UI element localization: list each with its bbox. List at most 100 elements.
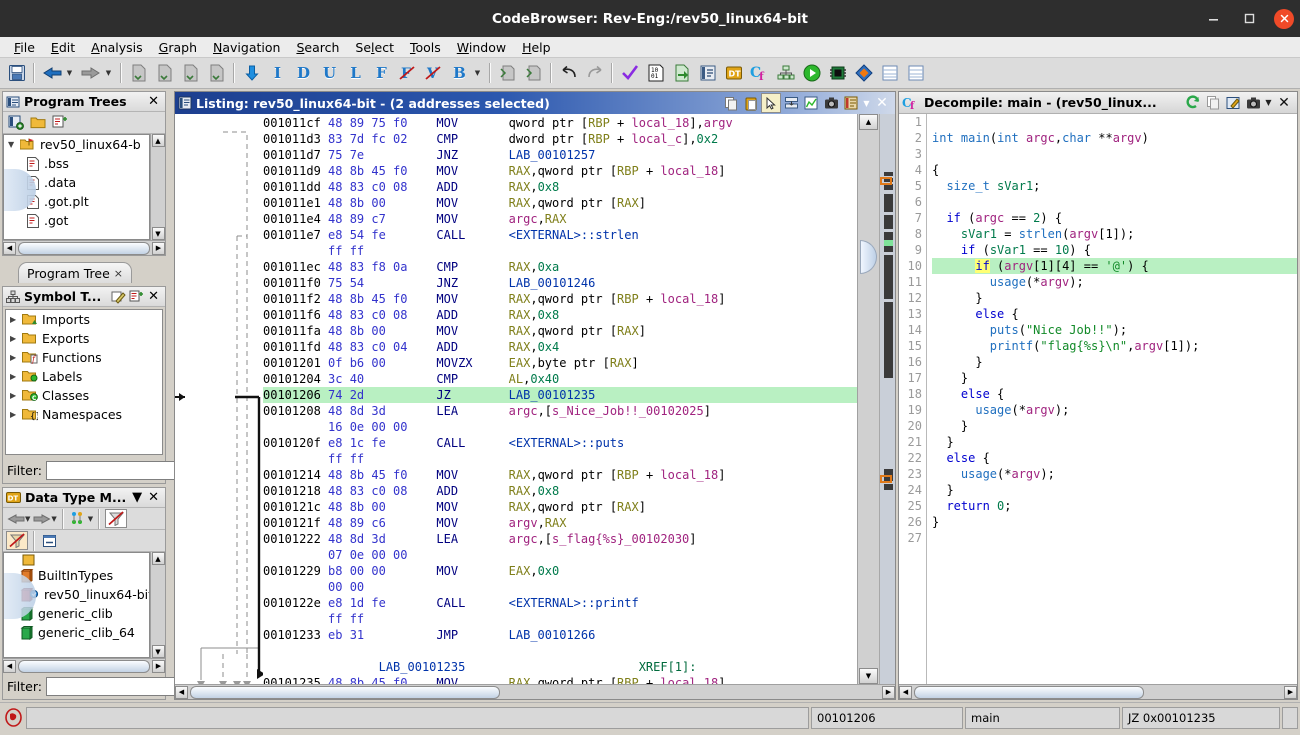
listing-label[interactable]: LAB_00101235 [263, 660, 466, 674]
listing-mnemonic[interactable] [436, 452, 508, 466]
symbol-node-namespaces[interactable]: ▶ {} Namespaces [6, 405, 162, 424]
listing-address[interactable]: 001011e1 [263, 196, 328, 210]
menu-navigation[interactable]: Navigation [205, 39, 288, 56]
decompiler-line[interactable]: } [932, 514, 1297, 530]
listing-row[interactable]: 001011d9 48 8b 45 f0 MOV RAX,qword ptr [… [263, 163, 857, 179]
listing-address[interactable]: 00101208 [263, 404, 328, 418]
decompiler-line[interactable]: else { [932, 306, 1297, 322]
listing-icon[interactable] [695, 61, 720, 86]
decompiler-token[interactable]: argv [1011, 467, 1040, 481]
listing-mnemonic[interactable] [436, 548, 508, 562]
decompiler-hscrollbar[interactable]: ◀ ▶ [899, 684, 1297, 699]
listing-address[interactable]: 001011e4 [263, 212, 328, 226]
listing-row[interactable]: 0010121f 48 89 c6 MOV argv,RAX [263, 515, 857, 531]
listing-address[interactable]: 001011f2 [263, 292, 328, 306]
listing-operand[interactable]: LAB_00101257 [509, 148, 596, 162]
listing-mnemonic[interactable]: MOV [436, 676, 508, 684]
decompiler-token[interactable]: size_t [946, 179, 989, 193]
diff-icon[interactable] [781, 93, 801, 113]
listing-mnemonic[interactable]: CALL [436, 436, 508, 450]
status-resize-grip[interactable] [1282, 706, 1298, 729]
run-icon[interactable] [799, 61, 824, 86]
symbol-node-labels[interactable]: ▶ Labels [6, 367, 162, 386]
function-graph-icon[interactable] [773, 61, 798, 86]
copy-icon[interactable] [721, 93, 741, 113]
listing-mnemonic[interactable]: MOV [436, 468, 508, 482]
listing-operand[interactable]: argv [509, 516, 538, 530]
listing-mnemonic[interactable]: CALL [436, 228, 508, 242]
snapshot-2-icon[interactable] [152, 61, 177, 86]
snapshot-camera-icon[interactable] [1243, 93, 1263, 113]
listing-mnemonic[interactable]: MOVZX [436, 356, 508, 370]
new-tree-icon[interactable] [6, 113, 26, 132]
decompiler-line[interactable]: } [932, 354, 1297, 370]
decompiler-token[interactable]: argv [1004, 259, 1033, 273]
listing-row[interactable]: 00101206 74 2d JZ LAB_00101235 [263, 387, 857, 403]
decompiler-line[interactable]: return 0; [932, 498, 1297, 514]
minimize-icon[interactable] [1202, 8, 1224, 30]
new-symbol-icon[interactable] [127, 288, 145, 305]
forward-dropdown-icon[interactable]: ▼ [51, 515, 56, 523]
listing-address[interactable]: 001011fd [263, 340, 328, 354]
menu-file[interactable]: File [6, 39, 43, 56]
decompiler-line[interactable] [932, 194, 1297, 210]
program-trees-tree[interactable]: ▼ rev50_linux64-b .bss .data .got.plt .g… [3, 134, 150, 240]
listing-operand[interactable]: argv [704, 116, 733, 130]
close-icon[interactable]: ✕ [872, 93, 892, 113]
listing-mnemonic[interactable]: CMP [436, 132, 508, 146]
decompiler-line[interactable] [932, 530, 1297, 546]
dt-node-generic-clib-64[interactable]: generic_clib_64 [4, 623, 149, 642]
menu-edit[interactable]: Edit [43, 39, 83, 56]
decompiler-token[interactable]: argv [1026, 403, 1055, 417]
scroll-left-icon[interactable]: ◀ [899, 685, 912, 699]
scroll-down-icon[interactable]: ▼ [151, 645, 165, 658]
listing-mnemonic[interactable]: MOV [436, 516, 508, 530]
expander-icon[interactable]: ▶ [10, 372, 22, 381]
tab-close-icon[interactable]: × [114, 267, 123, 280]
listing-mnemonic[interactable]: JNZ [436, 148, 508, 162]
decompiler-body[interactable]: 1 2 3 4 5 6 7 8 9 10 11 12 13 14 15 16 17 18 19 20 21 22 23 24 2… [899, 114, 1297, 684]
back-arrow-icon[interactable] [39, 61, 64, 86]
decompiler-token[interactable]: main [961, 131, 990, 145]
snapshot-3-icon[interactable] [178, 61, 203, 86]
decompiler-token[interactable]: argv [1113, 131, 1142, 145]
listing-address[interactable]: 001011cf [263, 116, 328, 130]
listing-mnemonic[interactable] [436, 612, 508, 626]
close-icon[interactable] [1274, 8, 1294, 29]
data-type-tree[interactable]: BuiltInTypes rev50_linux64-bit generic_c… [3, 552, 150, 658]
chevron-down-icon[interactable]: ▼ [861, 93, 872, 113]
decompiler-token[interactable]: argv [1040, 275, 1069, 289]
menu-graph[interactable]: Graph [151, 39, 205, 56]
bytes-B-icon[interactable]: B [447, 61, 472, 86]
data-type-vscrollbar[interactable]: ▲ ▼ [150, 552, 165, 658]
listing-row[interactable] [263, 643, 857, 659]
decompiler-line[interactable] [932, 146, 1297, 162]
back-arrow-icon[interactable] [6, 509, 26, 528]
listing-address[interactable] [263, 580, 328, 594]
scroll-down-icon[interactable]: ▼ [151, 227, 165, 240]
expander-icon[interactable]: ▼ [8, 140, 20, 149]
listing-operand[interactable]: <EXTERNAL>::puts [509, 436, 625, 450]
decompiler-line[interactable]: usage(*argv); [932, 274, 1297, 290]
export-icon[interactable] [669, 61, 694, 86]
listing-address[interactable]: 001011fa [263, 324, 328, 338]
listing-mnemonic[interactable]: LEA [436, 404, 508, 418]
create-folder-icon[interactable] [50, 113, 70, 132]
listing-mnemonic[interactable]: MOV [436, 500, 508, 514]
symbol-tree-tree[interactable]: ▶ Imports ▶ Exports ▶ f Functions ▶ Labe… [5, 309, 163, 455]
decompiler-token[interactable]: char [1062, 131, 1091, 145]
diamond-icon[interactable] [851, 61, 876, 86]
forward-dropdown-icon[interactable]: ▼ [101, 61, 116, 86]
listing-address[interactable]: 0010120f [263, 436, 328, 450]
scroll-right-icon[interactable]: ▶ [1284, 685, 1297, 699]
scroll-left-icon[interactable]: ◀ [175, 685, 188, 699]
decompiler-line[interactable]: } [932, 482, 1297, 498]
listing-vscrollbar[interactable]: ▲ ▼ [857, 114, 879, 684]
listing-operand[interactable]: local_18 [660, 292, 718, 306]
tree-node-bss[interactable]: .bss [4, 154, 149, 173]
clear-flow-repeat-icon[interactable]: V [421, 61, 446, 86]
scroll-up-icon[interactable]: ▲ [151, 134, 165, 147]
decompiler-token[interactable]: int [997, 131, 1019, 145]
menu-analysis[interactable]: Analysis [83, 39, 151, 56]
table-icon[interactable] [877, 61, 902, 86]
